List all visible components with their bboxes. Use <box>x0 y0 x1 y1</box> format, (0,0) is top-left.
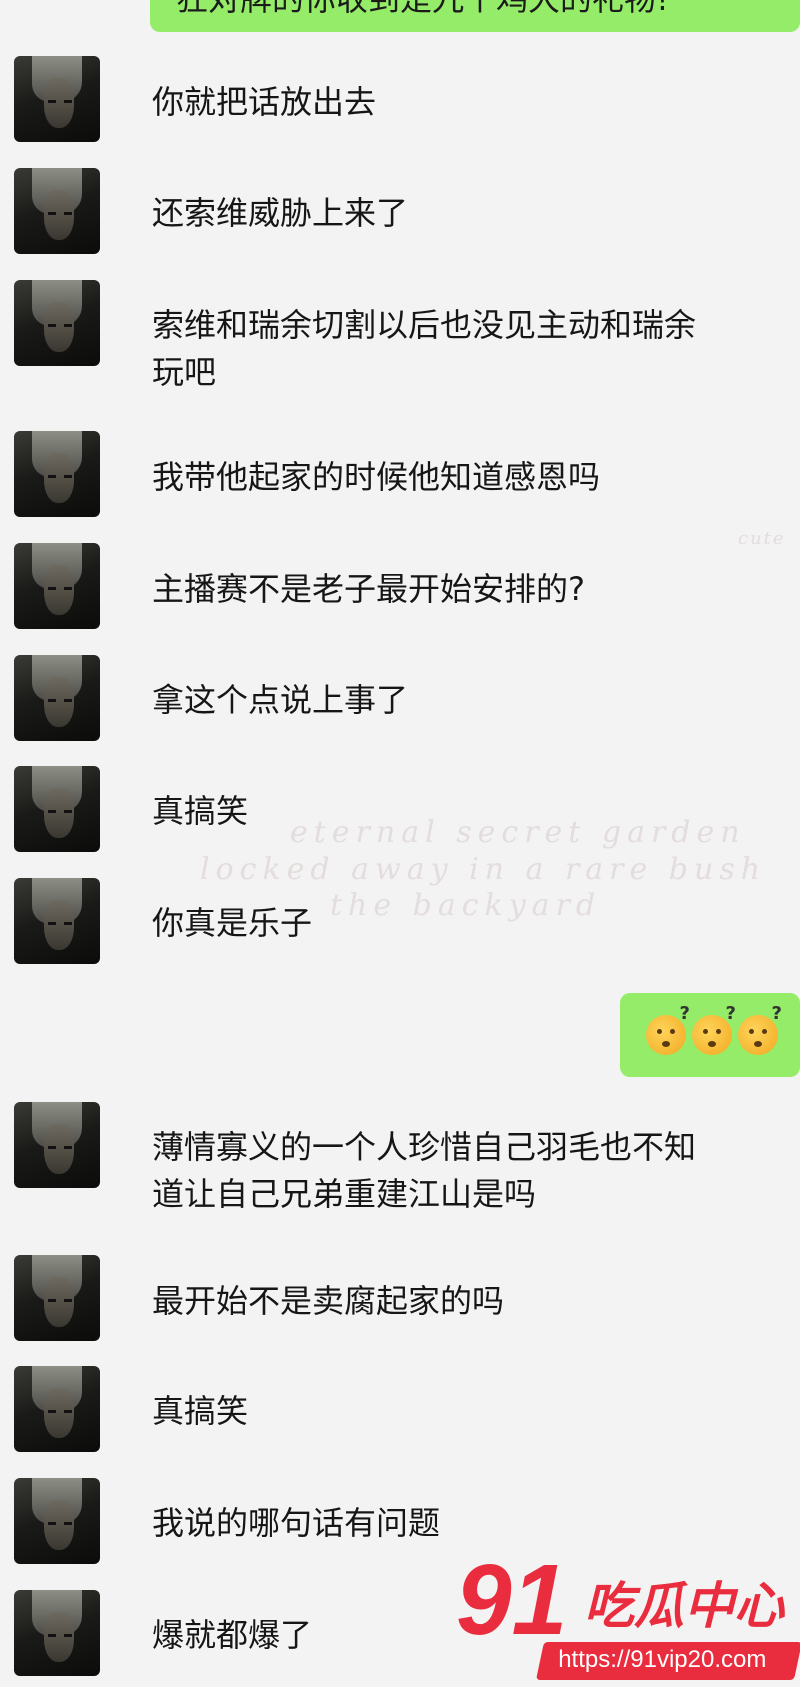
message-text: 还索维威胁上来了 <box>152 194 409 232</box>
watermark-name: 吃瓜中心 <box>584 1577 784 1635</box>
background-text-line-3: the backyard <box>330 888 602 923</box>
sent-emoji-bubble[interactable]: ? ? ? <box>620 993 800 1077</box>
thinking-question-emoji-icon: ? <box>692 1003 736 1055</box>
message-text: 道让自己兄弟重建江山是吗 <box>152 1175 537 1213</box>
message-text: 索维和瑞余切割以后也没见主动和瑞余 <box>152 306 697 344</box>
background-text-cute: cute <box>738 528 786 549</box>
avatar[interactable] <box>14 280 100 366</box>
avatar[interactable] <box>14 1590 100 1676</box>
sent-bubble-partial-text: 狂对牌的你收到是九个鸡大的礼物! <box>176 0 669 20</box>
message-text: 薄情寡义的一个人珍惜自己羽毛也不知 <box>152 1128 697 1166</box>
message-text: 你就把话放出去 <box>152 83 377 121</box>
avatar[interactable] <box>14 1102 100 1188</box>
avatar[interactable] <box>14 1366 100 1452</box>
message-text: 我说的哪句话有问题 <box>152 1504 441 1542</box>
avatar[interactable] <box>14 431 100 517</box>
message-text: 真搞笑 <box>152 792 249 830</box>
message-text: 我带他起家的时候他知道感恩吗 <box>152 458 601 496</box>
avatar[interactable] <box>14 168 100 254</box>
background-text-line-1: eternal secret garden <box>290 815 746 850</box>
thinking-question-emoji-icon: ? <box>738 1003 782 1055</box>
message-text: 拿这个点说上事了 <box>152 681 409 719</box>
message-text: 玩吧 <box>152 353 217 391</box>
sent-bubble-partial[interactable]: 狂对牌的你收到是九个鸡大的礼物! <box>150 0 800 32</box>
avatar[interactable] <box>14 56 100 142</box>
message-text: 爆就都爆了 <box>152 1616 313 1654</box>
thinking-question-emoji-icon: ? <box>646 1003 690 1055</box>
message-text: 主播赛不是老子最开始安排的? <box>152 570 585 608</box>
message-text: 最开始不是卖腐起家的吗 <box>152 1282 505 1320</box>
message-text: 真搞笑 <box>152 1392 249 1430</box>
watermark-url: https://91vip20.com <box>558 1646 767 1673</box>
avatar[interactable] <box>14 766 100 852</box>
avatar[interactable] <box>14 655 100 741</box>
watermark-logo: 91 吃瓜中心 https://91vip20.com <box>456 1550 800 1687</box>
message-text: 你真是乐子 <box>152 904 313 942</box>
watermark-url-badge: https://91vip20.com <box>535 1642 800 1680</box>
background-text-line-2: locked away in a rare bush <box>200 852 767 887</box>
avatar[interactable] <box>14 543 100 629</box>
avatar[interactable] <box>14 1255 100 1341</box>
avatar[interactable] <box>14 1478 100 1564</box>
avatar[interactable] <box>14 878 100 964</box>
watermark-number: 91 <box>456 1544 568 1656</box>
